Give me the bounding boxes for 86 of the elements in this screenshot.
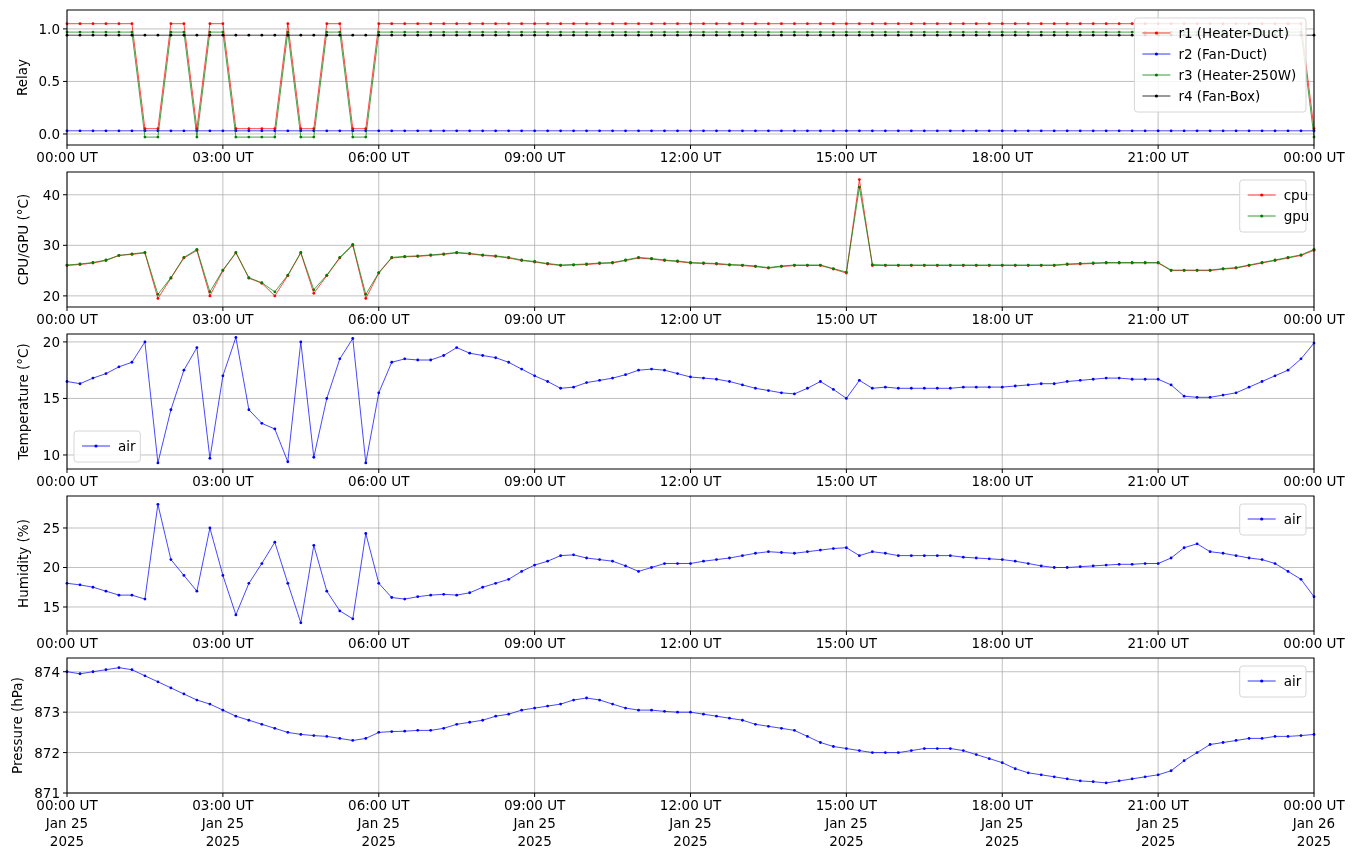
tick-label: 00:00 UT	[1283, 311, 1345, 327]
tick-label: 18:00 UT Jan 25 2025	[971, 797, 1033, 849]
chart-legend	[73, 430, 141, 463]
tick-label: 06:00 UT	[348, 149, 410, 165]
tick-label: 12:00 UT	[659, 149, 722, 165]
legend-label: r2 (Fan-Duct)	[1178, 46, 1268, 62]
tick-label: 09:00 UT	[503, 149, 566, 165]
tick-label: 874	[34, 663, 60, 680]
legend-label: air	[1283, 673, 1302, 689]
tick-label: 12:00 UT Jan 25 2025	[659, 797, 722, 849]
axis-title: Pressure (hPa)	[9, 677, 25, 774]
tick-label: 1.0	[38, 20, 60, 37]
tick-label: 25	[42, 520, 60, 536]
chart-legend	[1239, 503, 1307, 536]
tick-label: 06:00 UT	[348, 311, 410, 327]
tick-label: 30	[42, 237, 60, 254]
tick-label: 15:00 UT	[815, 635, 878, 651]
tick-label: 09:00 UT	[503, 473, 566, 489]
axis-title: Relay	[14, 58, 30, 97]
axis-title: Temperature (°C)	[15, 343, 31, 460]
tick-label: 21:00 UT	[1127, 635, 1189, 651]
axis-title: Humidity (%)	[15, 519, 31, 608]
tick-label: 00:00 UT	[36, 473, 98, 489]
tick-label: 21:00 UT Jan 25 2025	[1127, 797, 1189, 849]
tick-label: 872	[34, 744, 60, 761]
tick-label: 06:00 UT Jan 25 2025	[348, 797, 410, 849]
legend-marker-icon	[1247, 679, 1277, 683]
chart-legend	[1239, 665, 1307, 698]
axis-title: CPU/GPU (°C)	[15, 193, 31, 286]
legend-marker-icon	[1142, 73, 1171, 77]
tick-label: 18:00 UT	[971, 311, 1033, 327]
tick-label: 00:00 UT	[1283, 149, 1345, 165]
tick-label: 09:00 UT	[503, 635, 566, 651]
legend-label: r3 (Heater-250W)	[1178, 67, 1297, 83]
legend-marker-icon	[1247, 193, 1277, 197]
tick-label: 15:00 UT	[815, 149, 878, 165]
legend-label: air	[118, 438, 136, 454]
tick-label: 00:00 UT	[36, 311, 98, 327]
chart-legend	[1239, 179, 1307, 233]
legend-label: cpu	[1283, 187, 1309, 203]
legend-label: air	[1283, 511, 1302, 527]
tick-label: 873	[34, 704, 60, 721]
tick-label: 20	[42, 559, 60, 576]
legend-label: r1 (Heater-Duct)	[1178, 25, 1289, 41]
legend-label: gpu	[1283, 208, 1310, 224]
tick-label: 20	[42, 333, 60, 350]
tick-label: 18:00 UT	[971, 149, 1033, 165]
tick-label: 00:00 UT	[1283, 473, 1345, 489]
legend-marker-icon	[1142, 31, 1171, 35]
tick-label: 00:00 UT	[1283, 635, 1345, 651]
tick-label: 03:00 UT	[192, 149, 254, 165]
tick-label: 03:00 UT Jan 25 2025	[192, 797, 254, 849]
legend-marker-icon	[1142, 94, 1171, 98]
tick-label: 00:00 UT	[36, 149, 98, 165]
legend-marker-icon	[1247, 517, 1277, 521]
tick-label: 21:00 UT	[1127, 311, 1189, 327]
legend-marker-icon	[1247, 214, 1277, 218]
tick-label: 0.5	[38, 73, 60, 90]
tick-label: 15	[42, 390, 60, 407]
tick-label: 18:00 UT	[971, 635, 1033, 651]
tick-label: 40	[42, 186, 60, 203]
tick-label: 21:00 UT	[1127, 149, 1189, 165]
tick-label: 15	[42, 599, 60, 615]
legend-marker-icon	[81, 444, 111, 448]
tick-label: 12:00 UT	[659, 311, 722, 327]
tick-label: 06:00 UT	[348, 473, 410, 489]
tick-label: 00:00 UT	[36, 635, 98, 651]
tick-label: 10	[42, 447, 60, 463]
tick-label: 03:00 UT	[192, 311, 254, 327]
tick-label: 18:00 UT	[971, 473, 1033, 489]
legend-marker-icon	[1142, 52, 1171, 56]
tick-label: 15:00 UT	[815, 311, 878, 327]
tick-label: 15:00 UT	[815, 473, 878, 489]
tick-label: 00:00 UT Jan 26 2025	[1283, 797, 1345, 849]
tick-label: 12:00 UT	[659, 473, 722, 489]
legend-label: r4 (Fan-Box)	[1178, 88, 1261, 104]
tick-label: 03:00 UT	[192, 635, 254, 651]
tick-label: 09:00 UT Jan 25 2025	[503, 797, 566, 849]
tick-label: 12:00 UT	[659, 635, 722, 651]
tick-label: 06:00 UT	[348, 635, 410, 651]
tick-label: 09:00 UT	[503, 311, 566, 327]
tick-label: 15:00 UT Jan 25 2025	[815, 797, 878, 849]
tick-label: 21:00 UT	[1127, 473, 1189, 489]
tick-label: 20	[42, 287, 60, 304]
tick-label: 0.0	[38, 125, 60, 142]
tick-label: 03:00 UT	[192, 473, 254, 489]
